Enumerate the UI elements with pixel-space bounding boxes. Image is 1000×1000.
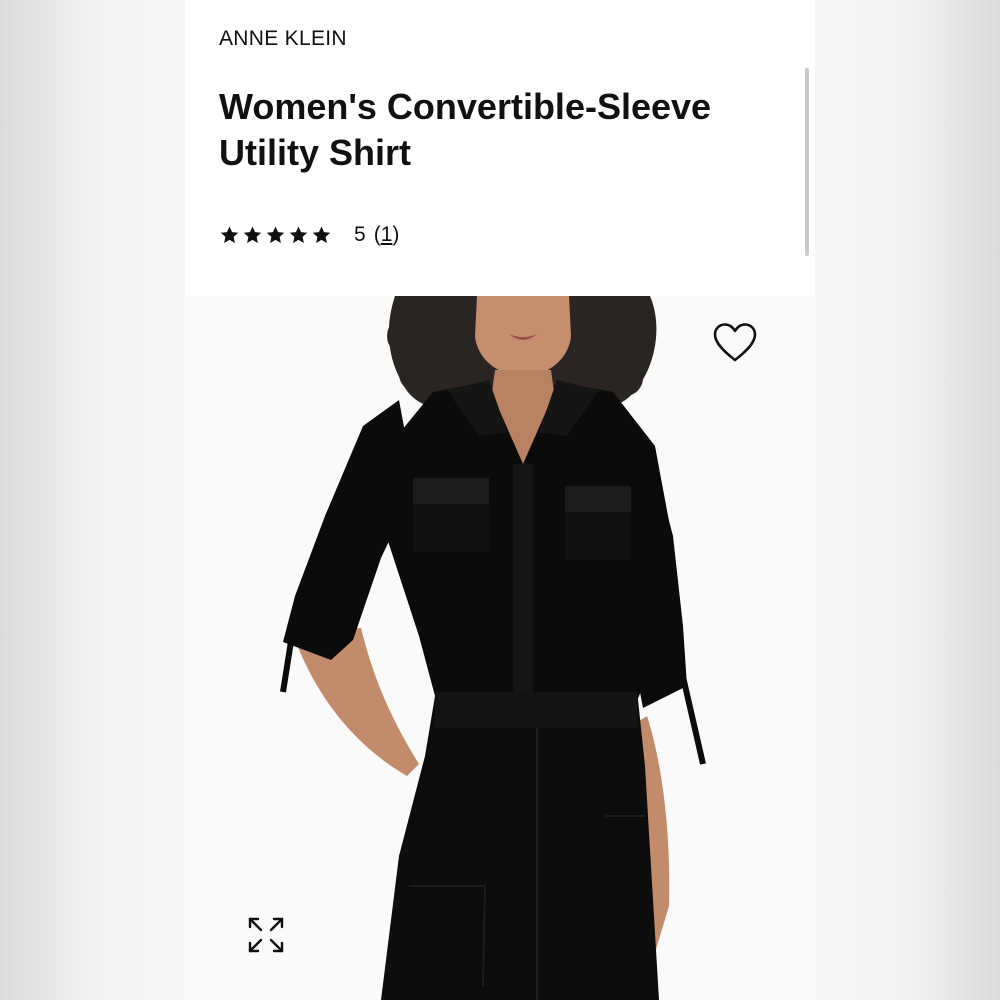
product-title: Women's Convertible-Sleeve Utility Shirt <box>219 86 712 173</box>
heart-outline-icon[interactable] <box>712 322 758 364</box>
expand-arrows-icon[interactable] <box>247 916 285 954</box>
star-icon <box>265 225 286 245</box>
review-count[interactable]: 1 <box>381 223 393 246</box>
star-icon <box>288 225 309 245</box>
star-icon <box>242 225 263 245</box>
star-icon <box>219 225 240 245</box>
scrollbar[interactable] <box>805 68 809 256</box>
screenshot-stage: ANNE KLEIN Women's Convertible-Sleeve Ut… <box>0 0 1000 1000</box>
brand-name[interactable]: ANNE KLEIN <box>219 27 347 51</box>
rating-row[interactable]: 5 (1) <box>219 218 399 252</box>
star-icon <box>311 225 332 245</box>
product-image[interactable] <box>185 296 815 1000</box>
product-page: ANNE KLEIN Women's Convertible-Sleeve Ut… <box>185 0 815 1000</box>
review-count-link[interactable]: (1) <box>374 223 400 247</box>
rating-value: 5 <box>354 223 366 246</box>
star-rating <box>219 225 332 245</box>
